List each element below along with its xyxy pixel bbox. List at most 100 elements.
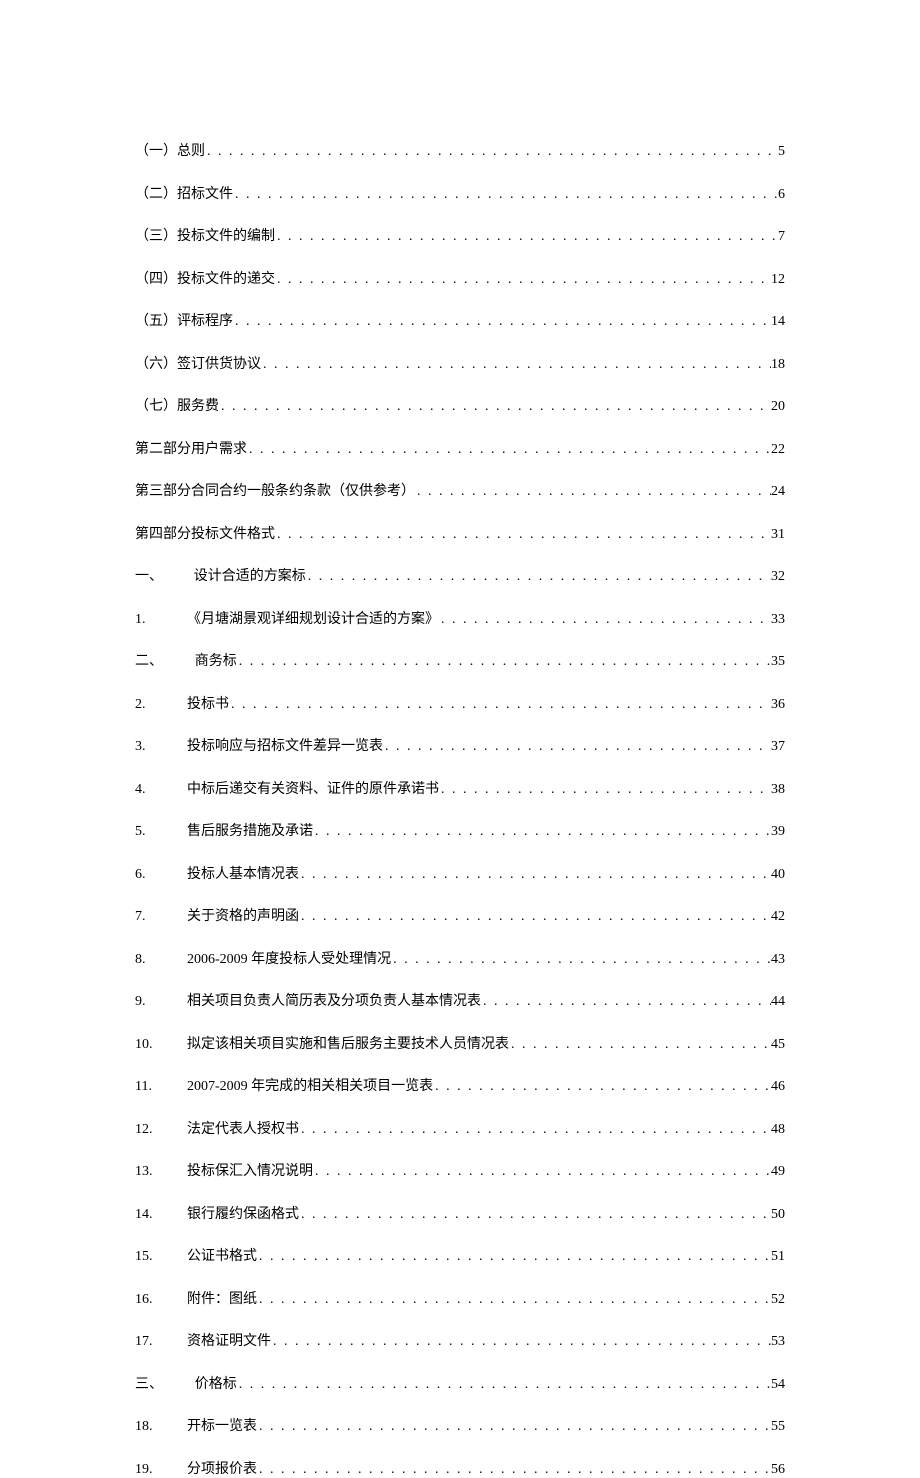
toc-page-number: 45 <box>771 1037 785 1053</box>
toc-page-number: 40 <box>771 867 785 883</box>
toc-title: 分项报价表 <box>187 1458 257 1478</box>
toc-prefix: （一） <box>135 140 177 160</box>
toc-page-number: 7 <box>778 229 785 245</box>
toc-page-number: 33 <box>771 612 785 628</box>
toc-title: 2007-2009 年完成的相关相关项目一览表 <box>187 1075 433 1095</box>
toc-title: 投标文件的编制 <box>177 225 275 245</box>
toc-entry: 二、商务标35 <box>135 650 785 670</box>
toc-prefix: 19. <box>135 1462 187 1478</box>
toc-page-number: 36 <box>771 697 785 713</box>
toc-page-number: 24 <box>771 484 785 500</box>
toc-leader-dots <box>433 1079 771 1095</box>
toc-entry: 11.2007-2009 年完成的相关相关项目一览表46 <box>135 1075 785 1095</box>
toc-entry: （二）招标文件 6 <box>135 183 785 203</box>
toc-entry: 3.投标响应与招标文件差异一览表37 <box>135 735 785 755</box>
toc-entry: 5.售后服务措施及承诺39 <box>135 820 785 840</box>
toc-prefix: 17. <box>135 1334 187 1350</box>
toc-leader-dots <box>257 1419 771 1435</box>
toc-entry: （五）评标程序14 <box>135 310 785 330</box>
toc-leader-dots <box>237 654 771 670</box>
toc-leader-dots <box>306 569 771 585</box>
toc-title: 投标保汇入情况说明 <box>187 1160 313 1180</box>
toc-title: 投标人基本情况表 <box>187 863 299 883</box>
toc-title: 商务标 <box>195 650 237 670</box>
toc-leader-dots <box>299 1207 771 1223</box>
toc-title: 评标程序 <box>177 310 233 330</box>
toc-prefix: 14. <box>135 1207 187 1223</box>
toc-leader-dots <box>439 612 771 628</box>
toc-entry: （四）投标文件的递交12 <box>135 268 785 288</box>
toc-entry: 第二部分用户需求22 <box>135 438 785 458</box>
toc-title: 2006-2009 年度投标人受处理情况 <box>187 948 391 968</box>
toc-page-number: 46 <box>771 1079 785 1095</box>
toc-leader-dots <box>271 1334 771 1350</box>
toc-leader-dots <box>219 399 771 415</box>
toc-leader-dots <box>247 442 771 458</box>
toc-prefix: 8. <box>135 952 187 968</box>
toc-title: 售后服务措施及承诺 <box>187 820 313 840</box>
toc-prefix: （四） <box>135 268 177 288</box>
toc-entry: （七）服务费20 <box>135 395 785 415</box>
toc-page-number: 37 <box>771 739 785 755</box>
toc-entry: 18.开标一览表55 <box>135 1415 785 1435</box>
toc-entry: 10.拟定该相关项目实施和售后服务主要技术人员情况表45 <box>135 1033 785 1053</box>
toc-leader-dots <box>275 527 771 543</box>
toc-page-number: 53 <box>771 1334 785 1350</box>
toc-prefix: 7. <box>135 909 187 925</box>
toc-prefix: 3. <box>135 739 187 755</box>
toc-title: 投标书 <box>187 693 229 713</box>
toc-leader-dots <box>509 1037 771 1053</box>
toc-page-number: 18 <box>771 357 785 373</box>
toc-prefix: 15. <box>135 1249 187 1265</box>
toc-page-number: 32 <box>771 569 785 585</box>
toc-title: 《月塘湖景观详细规划设计合适的方案》 <box>187 608 439 628</box>
toc-entry: 14.银行履约保函格式50 <box>135 1203 785 1223</box>
toc-page-number: 38 <box>771 782 785 798</box>
toc-prefix: 12. <box>135 1122 187 1138</box>
toc-entry: （一）总则5 <box>135 140 785 160</box>
toc-prefix: 6. <box>135 867 187 883</box>
toc-prefix: 10. <box>135 1037 187 1053</box>
toc-prefix: （二） <box>135 183 177 203</box>
toc-entry: （三）投标文件的编制7 <box>135 225 785 245</box>
toc-leader-dots <box>299 867 771 883</box>
toc-leader-dots <box>391 952 771 968</box>
toc-leader-dots <box>299 909 771 925</box>
toc-prefix: 一、 <box>135 565 187 585</box>
toc-title: 相关项目负责人简历表及分项负责人基本情况表 <box>187 990 481 1010</box>
toc-page-number: 44 <box>771 994 785 1010</box>
toc-entry: 一、设计合适的方案标32 <box>135 565 785 585</box>
toc-leader-dots <box>233 314 771 330</box>
toc-leader-dots <box>261 357 771 373</box>
toc-title: 服务费 <box>177 395 219 415</box>
toc-page-number: 35 <box>771 654 785 670</box>
toc-leader-dots <box>439 782 771 798</box>
toc-prefix: 2. <box>135 697 187 713</box>
toc-title: 招标文件 <box>177 183 233 203</box>
toc-title: 第三部分合同合约一般条约条款（仅供参考） <box>135 480 415 500</box>
toc-entry: 17.资格证明文件53 <box>135 1330 785 1350</box>
toc-entry: 8.2006-2009 年度投标人受处理情况43 <box>135 948 785 968</box>
toc-entry: 16.附件：图纸52 <box>135 1288 785 1308</box>
toc-page-number: 5 <box>778 144 785 160</box>
toc-entry: 2.投标书 36 <box>135 693 785 713</box>
toc-entry: 7.关于资格的声明函 42 <box>135 905 785 925</box>
toc-prefix: 13. <box>135 1164 187 1180</box>
toc-title: 法定代表人授权书 <box>187 1118 299 1138</box>
toc-leader-dots <box>275 272 771 288</box>
toc-prefix: 9. <box>135 994 187 1010</box>
toc-title: 附件：图纸 <box>187 1288 257 1308</box>
toc-page-number: 50 <box>771 1207 785 1223</box>
toc-page-number: 12 <box>771 272 785 288</box>
toc-page-number: 14 <box>771 314 785 330</box>
toc-prefix: 5. <box>135 824 187 840</box>
toc-page-number: 54 <box>771 1377 785 1393</box>
toc-page-number: 56 <box>771 1462 785 1478</box>
toc-page-number: 42 <box>771 909 785 925</box>
toc-page-number: 6 <box>778 187 785 203</box>
toc-leader-dots <box>275 229 778 245</box>
toc-title: 中标后递交有关资料、证件的原件承诺书 <box>187 778 439 798</box>
toc-prefix: （七） <box>135 395 177 415</box>
toc-leader-dots <box>237 1377 771 1393</box>
toc-title: 关于资格的声明函 <box>187 905 299 925</box>
